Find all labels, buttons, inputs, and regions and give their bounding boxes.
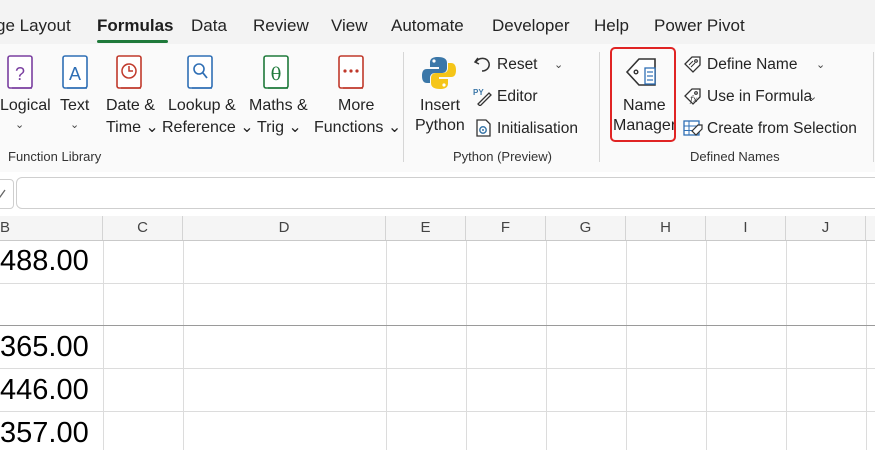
tab-help[interactable]: Help: [594, 16, 629, 36]
column-header-h[interactable]: H: [626, 216, 706, 240]
tab-view[interactable]: View: [331, 16, 368, 36]
column-header-e[interactable]: E: [386, 216, 466, 240]
cell-b-value[interactable]: 365.00: [0, 331, 89, 364]
use-in-formula-button[interactable]: fx Use in Formula ⌄: [683, 86, 823, 108]
maths-trig-button[interactable]: θ Maths & Trig ⌄: [249, 52, 309, 137]
tab-automate[interactable]: Automate: [391, 16, 464, 36]
ribbon-formulas: ? Logical ⌄ A Text ⌄ Date & Time ⌄ Looku…: [0, 44, 875, 173]
ribbon-tab-bar: ge Layout Formulas Data Review View Auto…: [0, 0, 875, 44]
group-divider: [403, 52, 404, 162]
define-name-tag-icon: [684, 56, 701, 73]
initialisation-button[interactable]: Initialisation: [473, 118, 583, 140]
group-divider: [599, 52, 600, 162]
tab-page-layout[interactable]: ge Layout: [0, 16, 71, 36]
group-divider: [873, 52, 874, 162]
create-from-selection-icon: [683, 120, 703, 136]
more-functions-button[interactable]: More Functions ⌄: [313, 52, 401, 137]
tab-developer[interactable]: Developer: [492, 16, 570, 36]
tab-review[interactable]: Review: [253, 16, 309, 36]
svg-text:PY: PY: [473, 88, 484, 97]
text-functions-button[interactable]: A Text ⌄: [56, 52, 96, 137]
svg-text:θ: θ: [271, 64, 282, 85]
column-header-f[interactable]: F: [466, 216, 546, 240]
use-in-formula-tag-icon: fx: [684, 88, 701, 105]
logical-button[interactable]: ? Logical ⌄: [0, 52, 51, 137]
cell-b-value[interactable]: 357.00: [0, 417, 89, 450]
lookup-book-icon: [187, 55, 213, 89]
date-time-button[interactable]: Date & Time ⌄: [104, 52, 159, 137]
define-name-button[interactable]: Define Name ⌄: [683, 54, 833, 76]
more-book-icon: [338, 55, 364, 89]
logical-book-icon: ?: [7, 55, 33, 89]
clock-book-icon: [116, 55, 142, 89]
cell-b-value[interactable]: 446.00: [0, 374, 89, 407]
create-from-selection-button[interactable]: Create from Selection: [683, 118, 858, 140]
python-group-label: Python (Preview): [453, 149, 552, 164]
reset-icon: [473, 57, 490, 72]
svg-text:fx: fx: [689, 95, 698, 104]
worksheet-grid[interactable]: 488.00 365.00 446.00 357.00: [0, 241, 875, 450]
tab-data[interactable]: Data: [191, 16, 227, 36]
python-logo-icon: [422, 57, 456, 89]
text-book-icon: A: [62, 55, 88, 89]
reset-button[interactable]: Reset ⌄: [473, 54, 573, 76]
tab-formulas[interactable]: Formulas: [97, 16, 174, 36]
svg-text:A: A: [69, 64, 81, 84]
svg-text:?: ?: [15, 64, 25, 84]
enter-check-icon[interactable]: [0, 179, 14, 209]
define-name-dropdown-chevron-icon[interactable]: ⌄: [816, 58, 825, 71]
column-header-g[interactable]: G: [546, 216, 626, 240]
reset-dropdown-chevron-icon[interactable]: ⌄: [554, 58, 563, 71]
cell-b-value[interactable]: 488.00: [0, 245, 89, 278]
formula-bar-area: [0, 172, 875, 216]
column-headers: B C D E F G H I J: [0, 216, 875, 241]
formula-input[interactable]: [16, 177, 875, 209]
function-library-group-label: Function Library: [8, 149, 102, 164]
column-header-d[interactable]: D: [183, 216, 386, 240]
lookup-reference-button[interactable]: Lookup & Reference ⌄: [162, 52, 254, 137]
defined-names-group-label: Defined Names: [690, 149, 780, 164]
insert-python-button[interactable]: Insert Python: [413, 52, 465, 137]
column-header-i[interactable]: I: [706, 216, 786, 240]
active-tab-indicator: [97, 40, 168, 43]
theta-book-icon: θ: [263, 55, 289, 89]
column-header-j[interactable]: J: [786, 216, 866, 240]
use-in-formula-dropdown-chevron-icon[interactable]: ⌄: [808, 90, 817, 103]
name-manager-highlight: [610, 47, 676, 142]
python-editor-icon: PY: [473, 88, 492, 106]
column-header-c[interactable]: C: [103, 216, 183, 240]
column-header-b[interactable]: B: [0, 216, 103, 240]
tab-power-pivot[interactable]: Power Pivot: [654, 16, 745, 36]
python-editor-button[interactable]: PY Editor: [473, 86, 553, 108]
initialisation-icon: [476, 119, 491, 137]
